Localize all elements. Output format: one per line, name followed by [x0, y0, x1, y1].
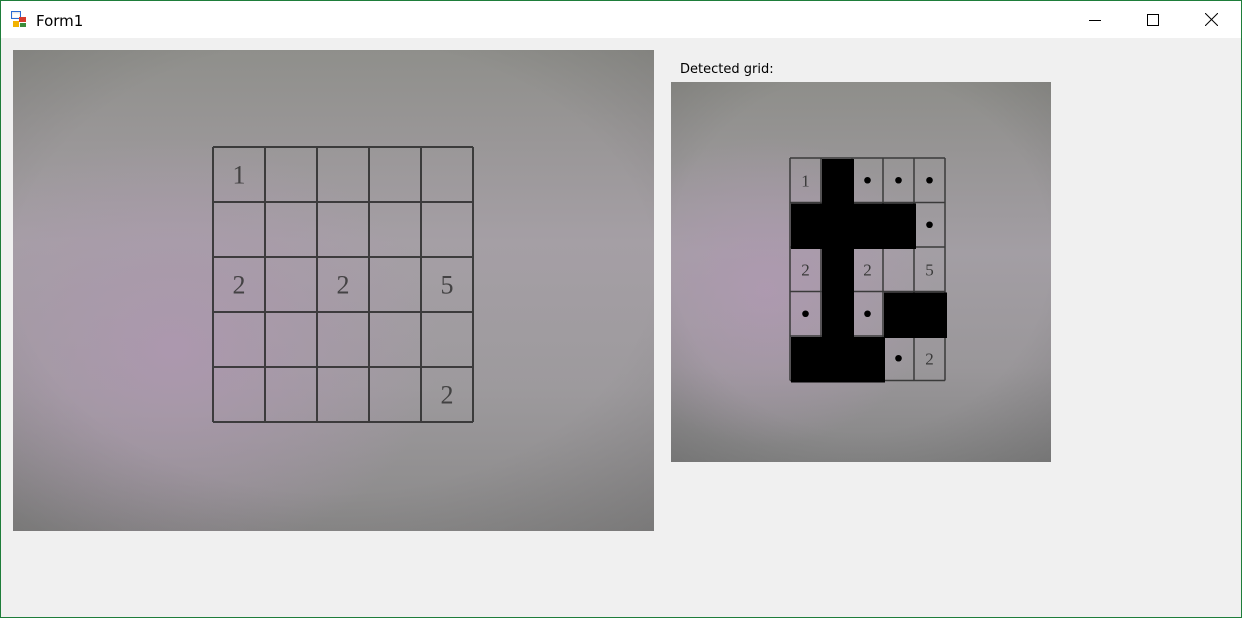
dot-marker	[895, 176, 902, 184]
camera-clue-number: 2	[337, 271, 350, 300]
detected-clue-number: 1	[801, 171, 810, 190]
app-icon	[11, 11, 26, 27]
close-icon	[1204, 13, 1218, 26]
camera-grid: 1 2 2 5 2	[212, 146, 474, 423]
detected-clue-number: 2	[801, 260, 810, 279]
black-cell	[791, 203, 823, 249]
dot-marker	[895, 354, 902, 362]
maximize-button[interactable]	[1124, 1, 1182, 38]
camera-clue-number: 1	[233, 161, 246, 190]
detected-grid: 1 2 2 5 2	[789, 157, 947, 383]
black-cell	[853, 203, 885, 249]
camera-picturebox: 1 2 2 5 2	[13, 50, 654, 531]
camera-clue-number: 5	[441, 271, 454, 300]
dot-marker	[802, 310, 809, 318]
camera-clue-number: 2	[233, 271, 246, 300]
black-cell	[822, 159, 854, 205]
close-button[interactable]	[1182, 1, 1240, 38]
form1-window: Form1 1 2 2 5 2 Detected grid: 1 2 2 5 2	[0, 0, 1242, 618]
black-cell	[822, 292, 854, 338]
detected-grid-picturebox: 1 2 2 5 2	[671, 82, 1051, 462]
minimize-icon	[1089, 19, 1101, 21]
black-cell	[884, 203, 916, 249]
minimize-button[interactable]	[1066, 1, 1124, 38]
maximize-icon	[1147, 13, 1159, 26]
title-bar[interactable]: Form1	[1, 1, 1241, 38]
dot-marker	[926, 176, 933, 184]
black-cell	[822, 248, 854, 294]
detected-clue-number: 2	[863, 260, 872, 279]
black-cell	[791, 337, 823, 383]
detected-clue-number: 5	[925, 260, 934, 279]
black-cell	[853, 337, 885, 383]
black-cell	[884, 292, 916, 338]
detected-grid-label: Detected grid:	[680, 62, 774, 77]
black-cell	[822, 337, 854, 383]
dot-marker	[864, 176, 871, 184]
dot-marker	[864, 310, 871, 318]
detected-clue-number: 2	[925, 349, 934, 368]
window-title: Form1	[36, 12, 84, 30]
dot-marker	[926, 221, 933, 229]
black-cell	[915, 292, 947, 338]
camera-clue-number: 2	[441, 381, 454, 410]
black-cell	[822, 203, 854, 249]
